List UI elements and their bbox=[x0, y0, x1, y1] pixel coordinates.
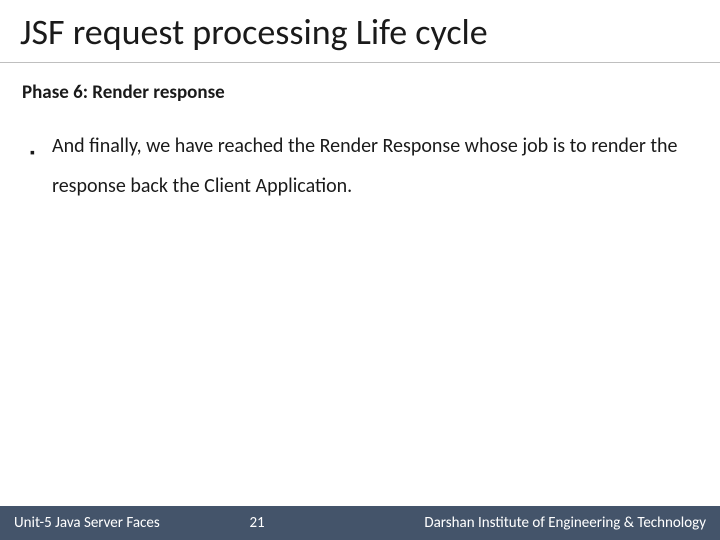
footer-right: Darshan Institute of Engineering & Techn… bbox=[424, 514, 720, 532]
bullet-item: ▪ And finally, we have reached the Rende… bbox=[30, 126, 690, 206]
bullet-text: And finally, we have reached the Render … bbox=[52, 126, 690, 206]
bullet-square-icon: ▪ bbox=[30, 126, 52, 167]
slide-subhead: Phase 6: Render response bbox=[0, 63, 720, 104]
footer-page-number: 21 bbox=[160, 514, 425, 532]
footer-left: Unit-5 Java Server Faces bbox=[0, 514, 160, 532]
slide-title: JSF request processing Life cycle bbox=[0, 0, 720, 63]
slide-footer: Unit-5 Java Server Faces 21 Darshan Inst… bbox=[0, 506, 720, 540]
slide: JSF request processing Life cycle Phase … bbox=[0, 0, 720, 540]
slide-body: ▪ And finally, we have reached the Rende… bbox=[0, 104, 720, 206]
